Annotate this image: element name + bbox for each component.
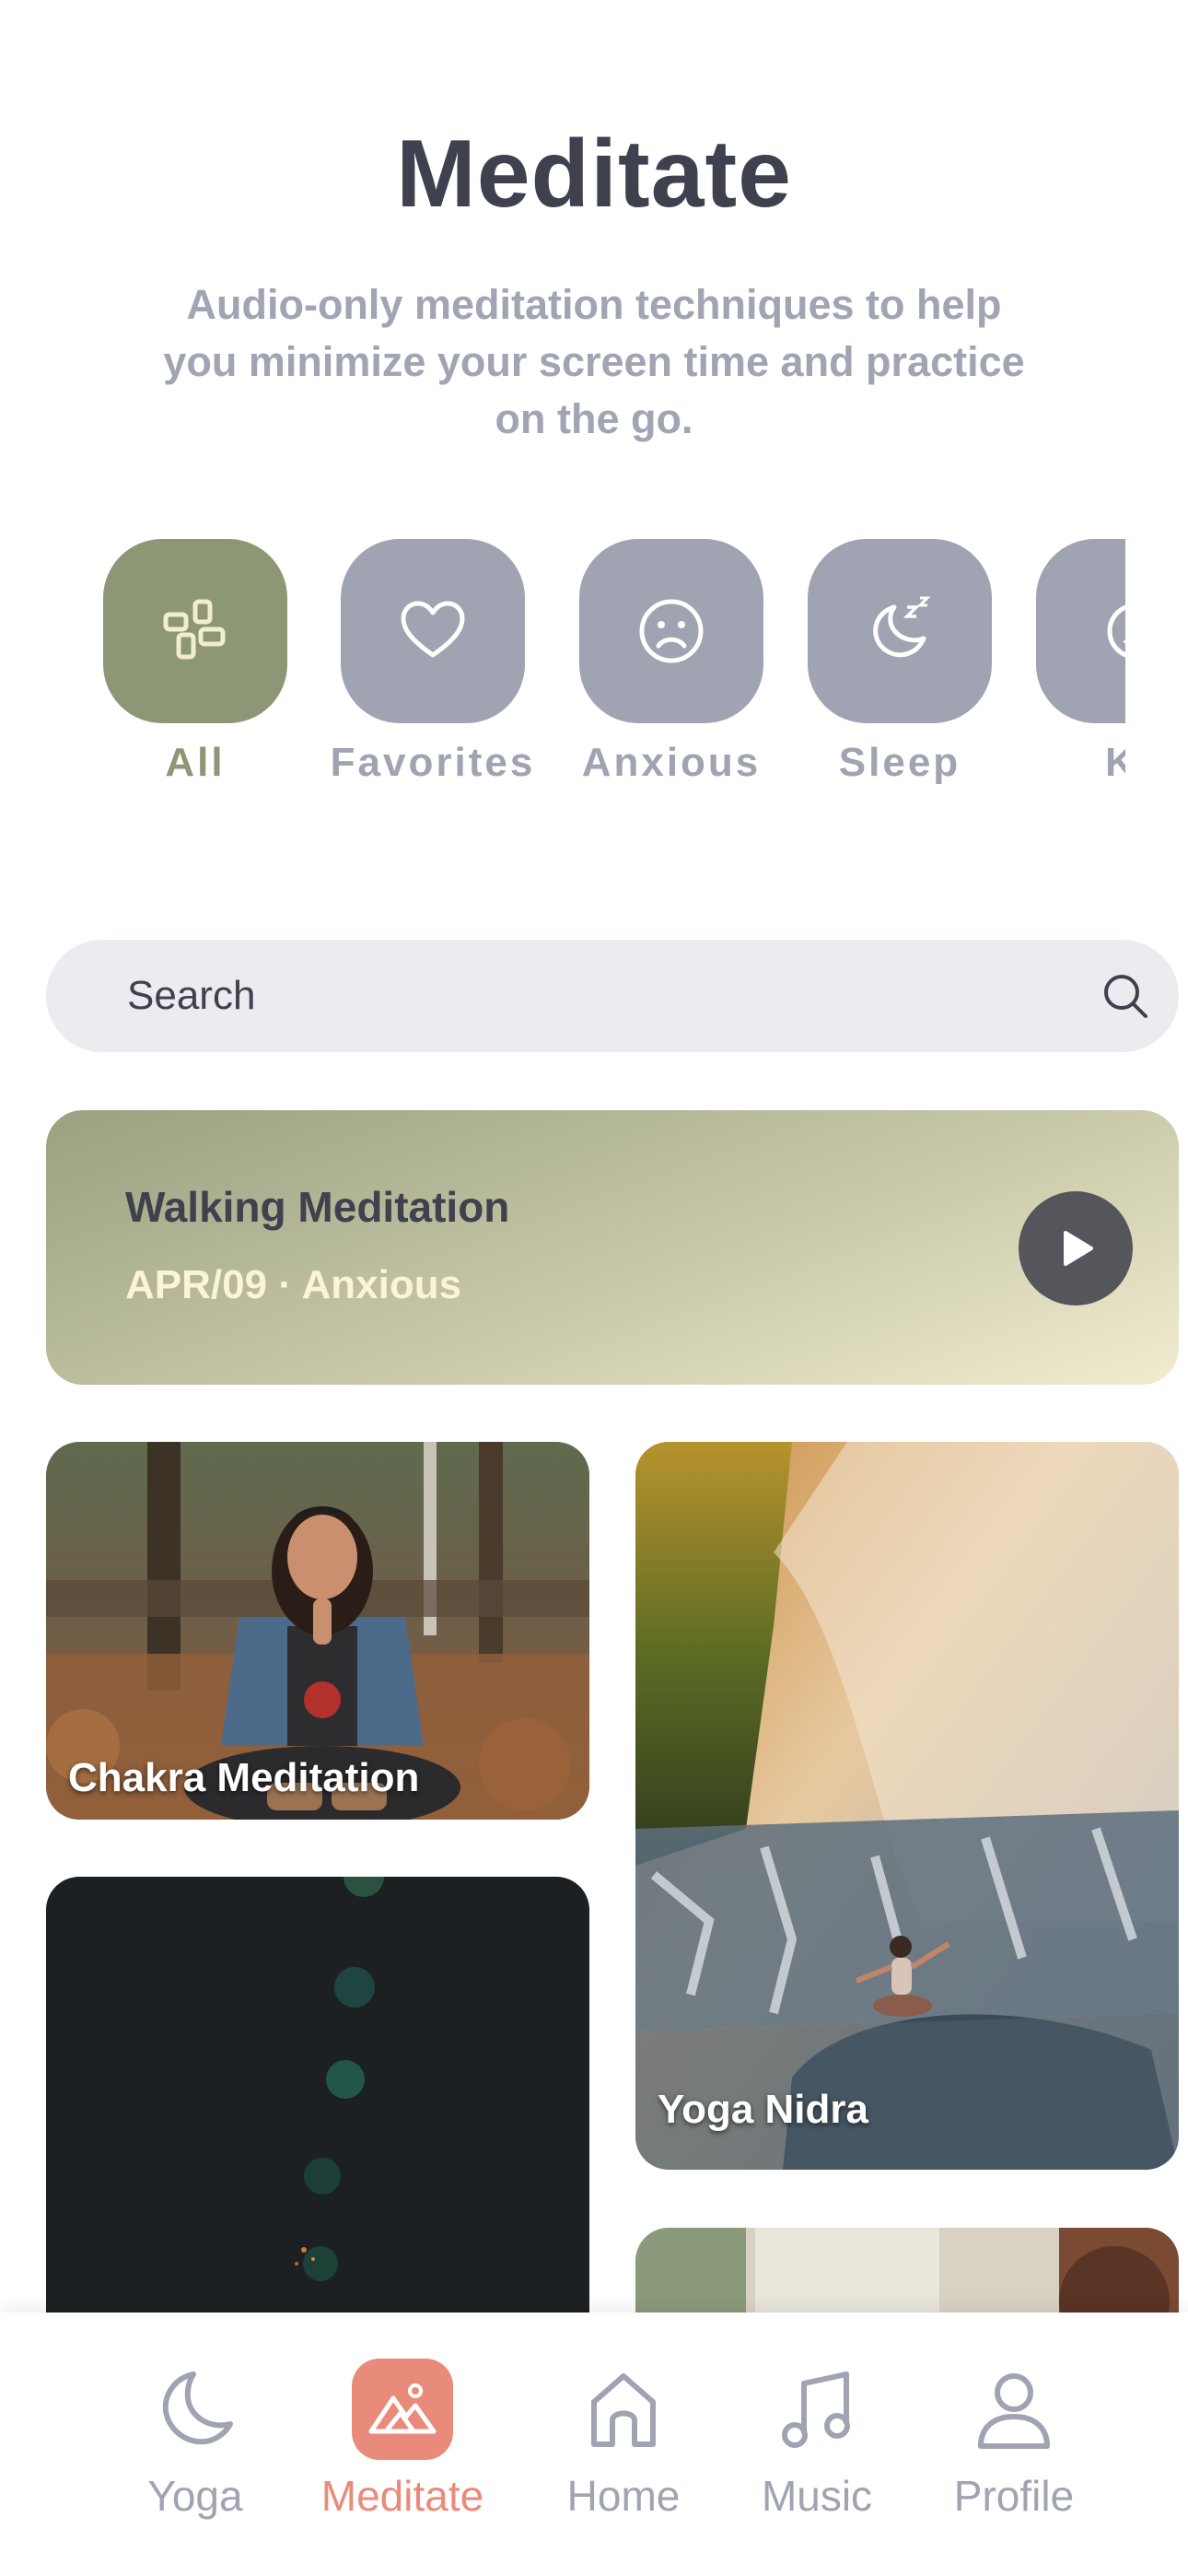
card-title: Yoga Nidra	[658, 2087, 869, 2132]
bottom-tab-bar: Yoga Meditate Home Music Profile	[0, 2313, 1188, 2576]
mountain-icon	[368, 2383, 437, 2434]
featured-title: Walking Meditation	[125, 1183, 510, 1231]
tab-meditate[interactable]: Meditate	[310, 2359, 495, 2521]
category-sleep[interactable]: Sleep	[808, 539, 992, 786]
category-all-button[interactable]	[103, 539, 287, 723]
music-note-icon	[782, 2371, 850, 2448]
tab-music[interactable]: Music	[725, 2359, 909, 2521]
tab-label: Profile	[953, 2472, 1075, 2520]
home-icon	[591, 2373, 656, 2447]
tab-profile[interactable]: Profile	[922, 2359, 1106, 2521]
category-label: Anxious	[581, 740, 762, 785]
category-label: All	[165, 740, 226, 785]
category-favorites-button[interactable]	[341, 539, 525, 723]
tab-yoga[interactable]: Yoga	[103, 2359, 287, 2521]
category-kids-button[interactable]	[1036, 539, 1125, 723]
waterfall-photo	[635, 1442, 1179, 2170]
category-label: Ki	[1105, 740, 1125, 785]
search-bar[interactable]	[46, 940, 1179, 1052]
category-sleep-button[interactable]	[808, 539, 992, 723]
session-card-chakra[interactable]: Chakra Meditation	[46, 1442, 589, 1820]
tab-label: Music	[761, 2472, 873, 2520]
category-label: Sleep	[838, 740, 961, 785]
person-icon	[978, 2373, 1050, 2449]
tab-label: Yoga	[147, 2472, 243, 2520]
category-anxious-button[interactable]	[579, 539, 763, 723]
category-label: Favorites	[330, 740, 536, 785]
category-scroller[interactable]: All Favorites Anxious Sleep K	[0, 539, 1125, 797]
featured-session-card[interactable]: Walking Meditation APR/09 · Anxious	[46, 1110, 1179, 1385]
tab-label: Home	[566, 2472, 681, 2520]
moon-sleep-icon	[873, 596, 931, 658]
baby-face-icon	[1107, 604, 1125, 658]
heart-icon	[401, 601, 465, 658]
sad-face-icon	[639, 599, 704, 663]
search-input[interactable]	[127, 940, 1048, 1052]
page-subtitle: Audio-only meditation techniques to help…	[163, 281, 1025, 442]
card-title: Chakra Meditation	[68, 1755, 420, 1800]
grid-icon	[163, 599, 226, 660]
tab-label: Meditate	[320, 2472, 484, 2520]
bokeh-photo	[46, 1877, 589, 2356]
moon-icon	[162, 2371, 233, 2445]
play-icon	[1064, 1231, 1093, 1266]
search-icon[interactable]	[1101, 972, 1149, 1020]
featured-meta: APR/09 · Anxious	[125, 1262, 462, 1307]
page-title: Meditate	[396, 121, 792, 228]
category-all[interactable]: All	[103, 539, 287, 786]
session-card-yoga-nidra[interactable]: Yoga Nidra	[635, 1442, 1179, 2170]
category-kids[interactable]: Ki	[1036, 539, 1125, 786]
session-card-candle[interactable]	[46, 1877, 589, 2356]
category-anxious[interactable]: Anxious	[579, 539, 763, 786]
tab-home[interactable]: Home	[531, 2359, 716, 2521]
category-favorites[interactable]: Favorites	[331, 539, 532, 786]
play-button[interactable]	[1019, 1191, 1133, 1306]
